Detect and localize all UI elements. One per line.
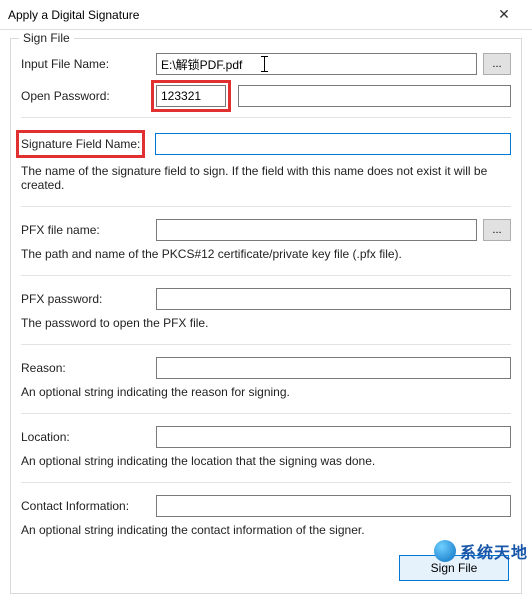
divider xyxy=(21,117,511,118)
contact-row: Contact Information: xyxy=(21,495,511,517)
pfx-file-browse-button[interactable]: ... xyxy=(483,219,511,241)
divider xyxy=(21,413,511,414)
input-file-label: Input File Name: xyxy=(21,57,156,71)
pfx-file-field[interactable] xyxy=(156,219,477,241)
pfx-file-row: PFX file name: ... xyxy=(21,219,511,241)
close-icon: ✕ xyxy=(498,6,510,23)
open-password-label: Open Password: xyxy=(21,89,156,103)
contact-help: An optional string indicating the contac… xyxy=(21,523,511,537)
window-title: Apply a Digital Signature xyxy=(8,8,484,22)
open-password-field[interactable] xyxy=(156,85,226,107)
contact-field[interactable] xyxy=(156,495,511,517)
pfx-password-row: PFX password: xyxy=(21,288,511,310)
reason-row: Reason: xyxy=(21,357,511,379)
divider xyxy=(21,275,511,276)
input-file-browse-button[interactable]: ... xyxy=(483,53,511,75)
reason-field[interactable] xyxy=(156,357,511,379)
sign-file-button[interactable]: Sign File xyxy=(399,555,509,581)
pfx-file-label: PFX file name: xyxy=(21,223,156,237)
signature-field-help: The name of the signature field to sign.… xyxy=(21,164,511,192)
highlight-password xyxy=(151,80,231,112)
open-password-row: Open Password: xyxy=(21,85,511,107)
contact-label: Contact Information: xyxy=(21,499,156,513)
pfx-password-label: PFX password: xyxy=(21,292,156,306)
close-button[interactable]: ✕ xyxy=(484,1,524,29)
location-label: Location: xyxy=(21,430,156,444)
reason-label: Reason: xyxy=(21,361,156,375)
pfx-password-help: The password to open the PFX file. xyxy=(21,316,511,330)
pfx-file-help: The path and name of the PKCS#12 certifi… xyxy=(21,247,511,261)
input-file-row: Input File Name: ... xyxy=(21,53,511,75)
reason-help: An optional string indicating the reason… xyxy=(21,385,511,399)
action-row: Sign File xyxy=(21,551,511,583)
group-legend: Sign File xyxy=(19,31,74,45)
signature-field-row: Signature Field Name: xyxy=(21,130,511,158)
location-field[interactable] xyxy=(156,426,511,448)
signature-field-label: Signature Field Name: xyxy=(16,130,145,158)
signature-field-input[interactable] xyxy=(155,133,511,155)
location-help: An optional string indicating the locati… xyxy=(21,454,511,468)
titlebar: Apply a Digital Signature ✕ xyxy=(0,0,532,30)
divider xyxy=(21,206,511,207)
pfx-password-field[interactable] xyxy=(156,288,511,310)
open-password-field-ext[interactable] xyxy=(238,85,511,107)
divider xyxy=(21,344,511,345)
divider xyxy=(21,482,511,483)
sign-file-group: Sign File Input File Name: ... Open Pass… xyxy=(10,38,522,594)
location-row: Location: xyxy=(21,426,511,448)
input-file-field[interactable] xyxy=(156,53,477,75)
